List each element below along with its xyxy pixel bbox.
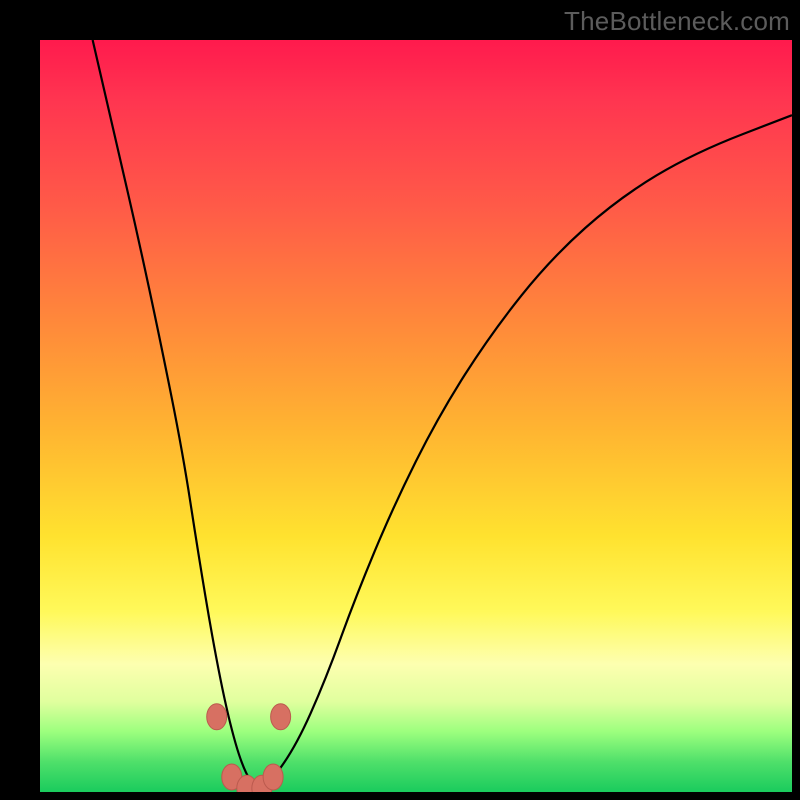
curve-line — [93, 40, 792, 790]
curve-marker — [207, 704, 227, 730]
plot-area — [40, 40, 792, 792]
curve-marker — [271, 704, 291, 730]
curve-markers — [207, 704, 291, 792]
watermark-text: TheBottleneck.com — [564, 6, 790, 37]
chart-frame: TheBottleneck.com — [0, 0, 800, 800]
curve-marker — [263, 764, 283, 790]
bottleneck-curve — [40, 40, 792, 792]
